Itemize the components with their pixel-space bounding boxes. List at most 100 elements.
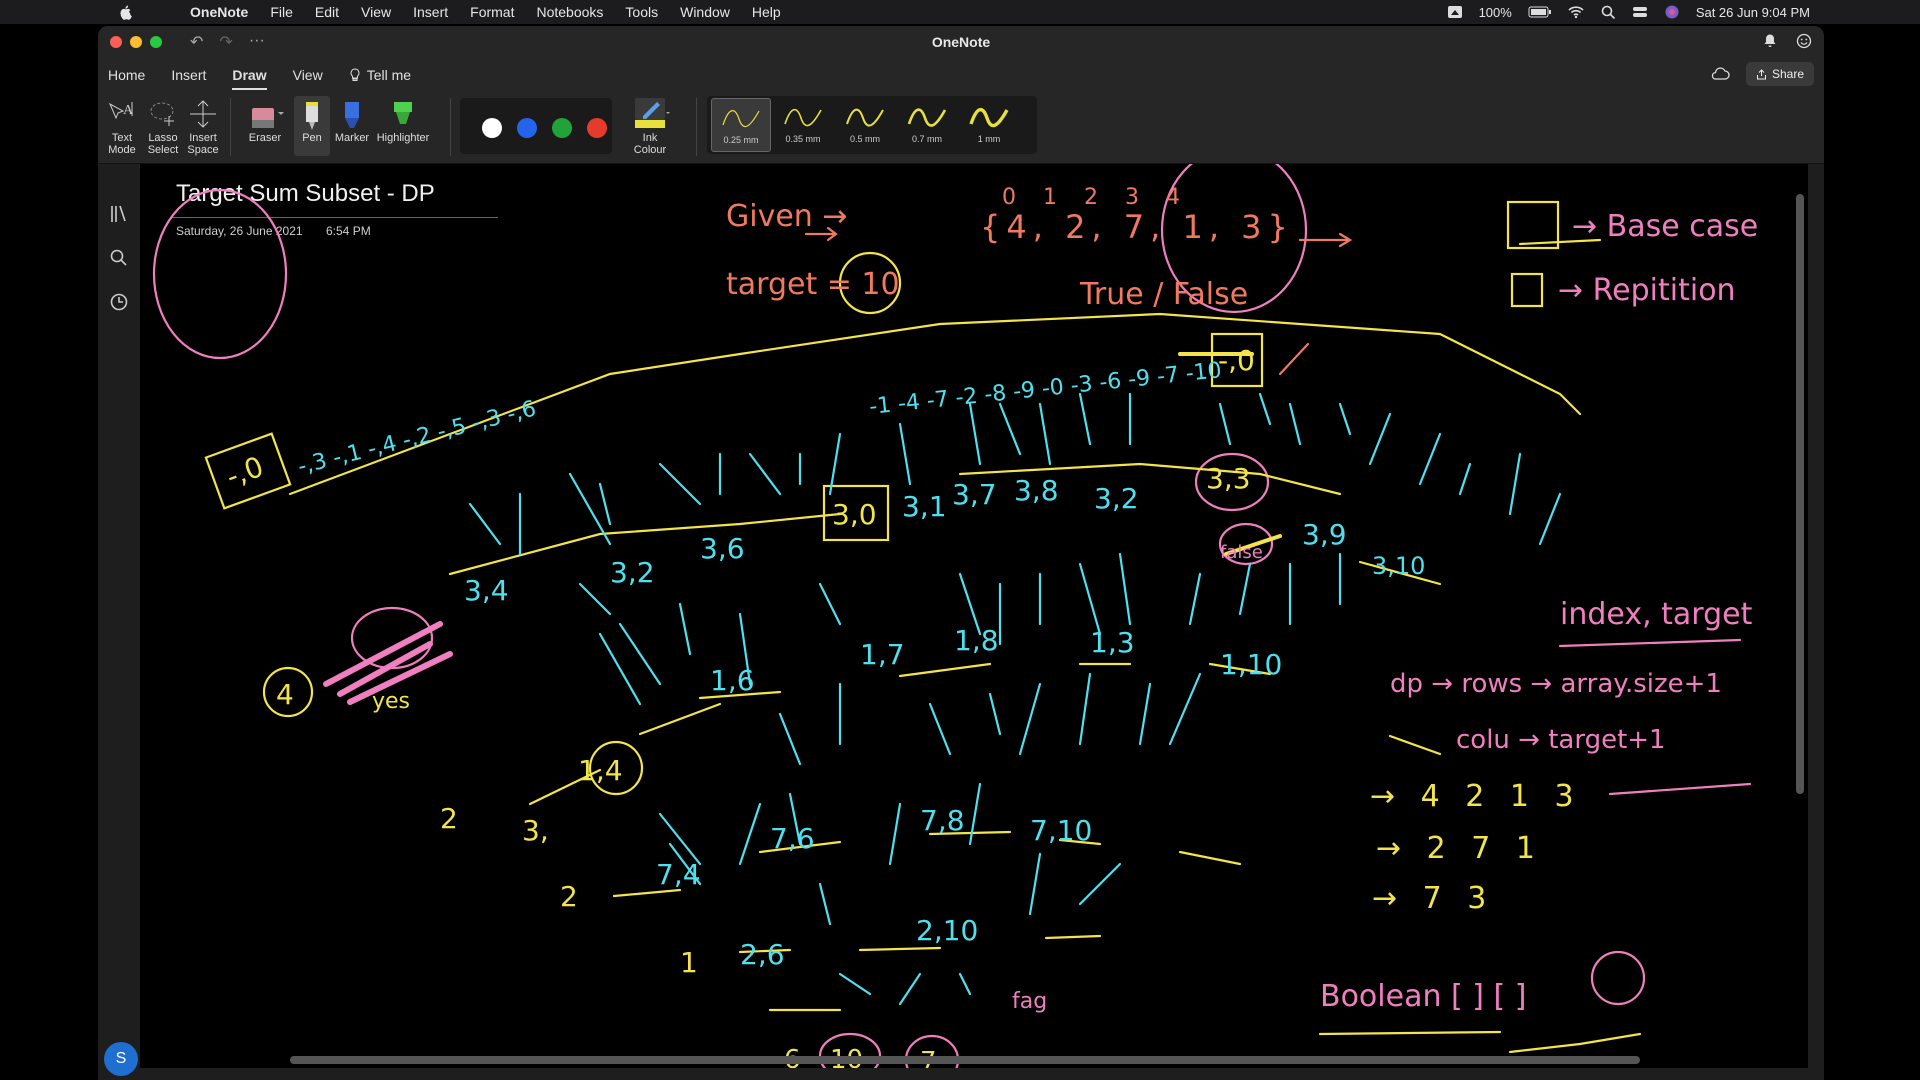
ribbon-tabs: Home Insert Draw View Tell me Share bbox=[98, 58, 1824, 92]
eraser-label: Eraser bbox=[248, 132, 282, 144]
wifi-icon[interactable] bbox=[1568, 5, 1584, 19]
ink-three: 3, bbox=[522, 814, 549, 847]
horizontal-scrollbar[interactable] bbox=[290, 1056, 1640, 1064]
text-mode-icon: A bbox=[108, 102, 134, 120]
ink-node-1-4: 1,4 bbox=[578, 754, 623, 787]
pen-size-0-35[interactable]: 0.35 mm bbox=[773, 98, 833, 152]
ink-node-3-0: 3,0 bbox=[832, 498, 877, 531]
ink-given: Given → bbox=[726, 199, 847, 234]
ink-underline-pink bbox=[1558, 638, 1752, 796]
menu-file[interactable]: File bbox=[270, 4, 293, 20]
color-swatch-red[interactable] bbox=[587, 118, 607, 138]
ink-line-row-3 bbox=[698, 662, 1272, 700]
color-swatch-blue[interactable] bbox=[517, 118, 537, 138]
ink-base-case: → Base case bbox=[1572, 209, 1758, 244]
ink-node-1-6: 1,6 bbox=[710, 664, 755, 697]
ink-underline-boolean bbox=[1318, 1030, 1642, 1054]
pen-size-1[interactable]: 1 mm bbox=[959, 98, 1019, 152]
menu-view[interactable]: View bbox=[361, 4, 391, 20]
ink-node-3-8: 3,8 bbox=[1014, 474, 1059, 507]
text-mode-label-2: Mode bbox=[108, 144, 136, 156]
ink-node-1-7: 1,7 bbox=[860, 638, 905, 671]
insert-space-label-2: Space bbox=[187, 144, 219, 156]
share-label: Share bbox=[1771, 67, 1804, 81]
tab-home[interactable]: Home bbox=[108, 67, 145, 83]
bell-icon[interactable] bbox=[1762, 33, 1778, 49]
search-icon[interactable] bbox=[109, 248, 129, 268]
ink-indices: 0 1 2 3 4 bbox=[1002, 185, 1190, 210]
tell-me-search[interactable]: Tell me bbox=[349, 67, 411, 83]
menu-app-name[interactable]: OneNote bbox=[190, 4, 248, 20]
insert-space-label-1: Insert bbox=[189, 132, 217, 144]
ink-true-false: True / False bbox=[1079, 277, 1248, 312]
ink-two-b: 2 bbox=[560, 880, 578, 913]
siri-icon[interactable] bbox=[1664, 5, 1680, 19]
marker-button[interactable]: Marker bbox=[332, 96, 372, 144]
pen-size-0-7[interactable]: 0.7 mm bbox=[897, 98, 957, 152]
eraser-icon bbox=[252, 108, 284, 128]
lasso-label-2: Select bbox=[147, 144, 179, 156]
lasso-icon bbox=[150, 102, 174, 126]
ink-node-3-7: 3,7 bbox=[952, 478, 997, 511]
highlighter-label: Highlighter bbox=[376, 132, 430, 144]
vertical-scrollbar[interactable] bbox=[1796, 194, 1804, 794]
ink-line-row-5 bbox=[758, 830, 1242, 866]
color-swatch-green[interactable] bbox=[552, 118, 572, 138]
menu-help[interactable]: Help bbox=[752, 4, 781, 20]
pen-size-label: 0.7 mm bbox=[911, 134, 942, 144]
screen-share-icon[interactable] bbox=[1447, 5, 1463, 19]
ink-stray-red bbox=[1278, 342, 1310, 376]
stroke-preview-icon bbox=[722, 110, 760, 128]
battery-icon[interactable] bbox=[1528, 5, 1552, 19]
menu-insert[interactable]: Insert bbox=[413, 4, 448, 20]
ink-index-target: index, target bbox=[1560, 597, 1753, 632]
feedback-smiley-icon[interactable] bbox=[1796, 33, 1812, 49]
battery-percent: 100% bbox=[1478, 4, 1512, 20]
tell-me-label: Tell me bbox=[366, 67, 412, 83]
ink-four: 4 bbox=[276, 678, 294, 711]
page-canvas[interactable]: Target Sum Subset - DP Saturday, 26 June… bbox=[140, 164, 1808, 1068]
ink-node-3-1: 3,1 bbox=[902, 490, 947, 523]
menubar-datetime[interactable]: Sat 26 Jun 9:04 PM bbox=[1696, 5, 1810, 20]
menu-tools[interactable]: Tools bbox=[625, 4, 658, 20]
left-navigation-bar: S bbox=[98, 164, 140, 1080]
pen-size-0-5[interactable]: 0.5 mm bbox=[835, 98, 895, 152]
eraser-button[interactable]: Eraser bbox=[240, 96, 290, 144]
title-bar: ↶ ↷ ··· OneNote bbox=[98, 26, 1824, 58]
control-center-icon[interactable] bbox=[1632, 5, 1648, 19]
menu-format[interactable]: Format bbox=[470, 4, 514, 20]
avatar[interactable]: S bbox=[104, 1042, 138, 1076]
lasso-label-1: Lasso bbox=[148, 132, 178, 144]
share-icon bbox=[1756, 68, 1766, 79]
pen-size-0-25[interactable]: 0.25 mm bbox=[711, 98, 771, 152]
spotlight-search-icon[interactable] bbox=[1600, 5, 1616, 19]
recent-clock-icon[interactable] bbox=[109, 292, 129, 312]
color-swatch-white[interactable] bbox=[482, 118, 502, 138]
notebooks-icon[interactable] bbox=[109, 204, 129, 224]
menu-window[interactable]: Window bbox=[680, 4, 730, 20]
ink-colour-button[interactable]: Ink Colour bbox=[622, 96, 678, 156]
ink-colour-label-1: Ink bbox=[642, 132, 658, 144]
lasso-select-button[interactable]: Lasso Select bbox=[142, 96, 184, 156]
apple-icon[interactable] bbox=[118, 4, 134, 20]
pen-button[interactable]: Pen bbox=[294, 96, 330, 156]
tab-draw[interactable]: Draw bbox=[232, 67, 267, 90]
lightbulb-icon bbox=[350, 68, 360, 81]
ink-node-1-10: 1,10 bbox=[1220, 648, 1282, 681]
ink-node-3-10: 3,10 bbox=[1372, 552, 1425, 580]
ink-line-row-4 bbox=[528, 702, 722, 806]
tab-insert[interactable]: Insert bbox=[171, 67, 206, 83]
insert-space-button[interactable]: Insert Space bbox=[182, 96, 224, 156]
ink-node-7-4: 7,4 bbox=[656, 858, 701, 891]
share-button[interactable]: Share bbox=[1745, 62, 1814, 86]
tab-view[interactable]: View bbox=[293, 67, 323, 83]
menu-notebooks[interactable]: Notebooks bbox=[536, 4, 603, 20]
stroke-preview-icon bbox=[846, 108, 884, 127]
text-mode-button[interactable]: A Text Mode bbox=[102, 96, 142, 156]
ink-node-3-2b: 3,2 bbox=[1094, 482, 1139, 515]
sync-cloud-icon[interactable] bbox=[1710, 66, 1730, 82]
highlighter-button[interactable]: Highlighter bbox=[372, 96, 434, 144]
ink-one: 1 bbox=[680, 946, 698, 979]
ink-node-7-8: 7,8 bbox=[920, 804, 965, 837]
menu-edit[interactable]: Edit bbox=[315, 4, 339, 20]
